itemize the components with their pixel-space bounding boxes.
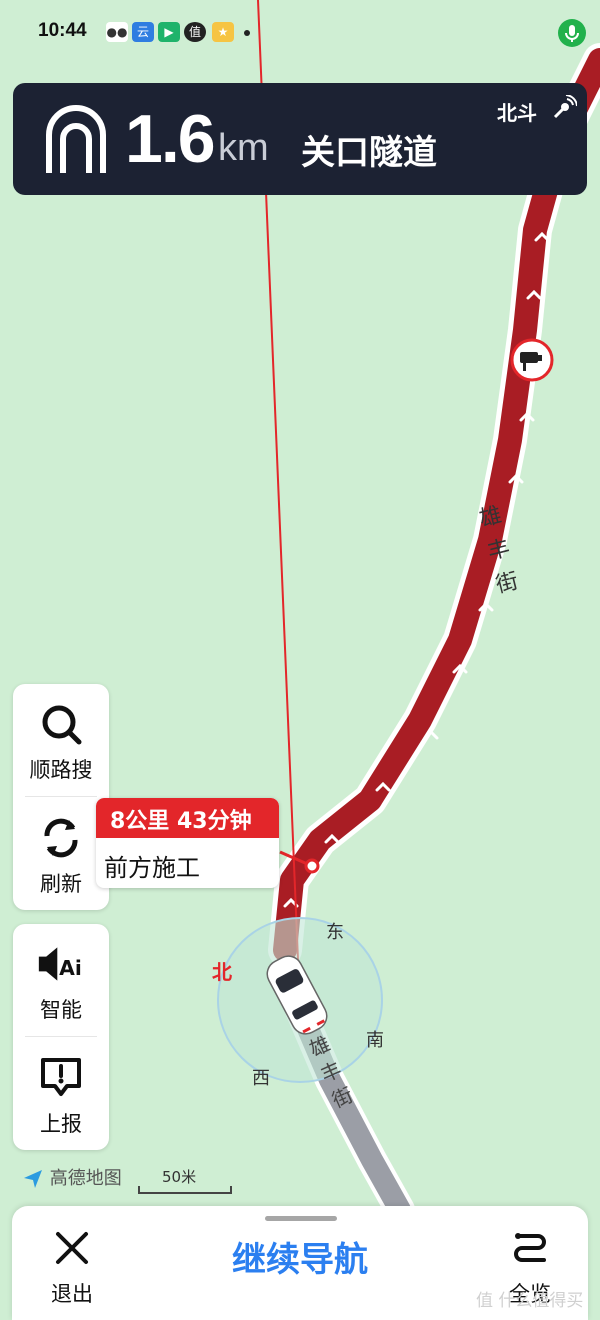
refresh-route-button[interactable]: 刷新	[13, 798, 109, 908]
amap-logo-icon	[24, 1170, 42, 1188]
search-along-route-label: 顺路搜	[29, 758, 93, 782]
smart-voice-label: 智能	[40, 998, 82, 1022]
exit-button[interactable]: 退出	[36, 1224, 108, 1314]
search-icon	[42, 705, 82, 745]
next-road-name: 关口隧道	[301, 133, 437, 173]
distance-unit: km	[218, 127, 269, 169]
report-label: 上报	[40, 1112, 82, 1136]
wechat-icon: ●●	[106, 22, 128, 42]
distance-value: 1.6	[125, 101, 216, 177]
smart-voice-button[interactable]: Ai 智能	[13, 924, 109, 1034]
search-along-route-button[interactable]: 顺路搜	[13, 684, 109, 794]
route-info-bubble[interactable]: 8公里 43分钟 前方施工	[96, 798, 279, 888]
gnss-label: 北斗	[497, 101, 537, 125]
speed-camera-marker	[510, 338, 554, 382]
clock: 10:44	[38, 20, 87, 41]
tool-panel-bottom: Ai 智能 上报	[13, 924, 109, 1150]
compass-north: 北	[212, 960, 232, 984]
refresh-route-label: 刷新	[40, 872, 82, 896]
tunnel-icon	[46, 105, 106, 173]
route-summary-banner: 8公里 43分钟	[96, 798, 279, 838]
svg-text:Ai: Ai	[59, 956, 82, 980]
zhi-app-icon: 值	[184, 22, 206, 42]
guidance-card[interactable]: 1.6 km 关口隧道 北斗	[13, 83, 587, 195]
compass-south: 南	[366, 1030, 384, 1051]
video-app-icon: ▶	[158, 22, 180, 42]
mic-indicator-icon	[558, 19, 586, 47]
amap-logo: 高德地图	[22, 1164, 122, 1190]
amap-logo-text: 高德地图	[49, 1168, 122, 1189]
scale-bar	[138, 1186, 232, 1194]
report-button[interactable]: 上报	[13, 1038, 109, 1148]
exit-label: 退出	[51, 1282, 93, 1306]
status-bar: 10:44 ●● 云 ▶ 值 ★	[0, 0, 600, 64]
route-summary: 8公里 43分钟	[110, 809, 252, 834]
photo-app-icon: ★	[212, 22, 234, 42]
close-icon	[56, 1232, 88, 1264]
watermark: 值 什么值得买	[476, 1291, 584, 1311]
scale-label: 50米	[162, 1168, 197, 1186]
report-icon	[41, 1058, 81, 1096]
refresh-icon	[44, 818, 78, 858]
compass-east: 东	[326, 922, 344, 943]
ai-voice-icon: Ai	[38, 947, 82, 981]
tool-panel-top: 顺路搜 刷新	[13, 684, 109, 910]
route-notice: 前方施工	[104, 854, 200, 882]
sheet-handle[interactable]	[265, 1216, 337, 1221]
route-overview-icon	[514, 1233, 546, 1262]
compass-west: 西	[252, 1068, 270, 1089]
more-notifications-dot	[244, 30, 250, 36]
resume-navigation-button[interactable]: 继续导航	[200, 1232, 400, 1281]
cloud-app-icon: 云	[132, 22, 154, 42]
satellite-icon	[553, 95, 577, 119]
